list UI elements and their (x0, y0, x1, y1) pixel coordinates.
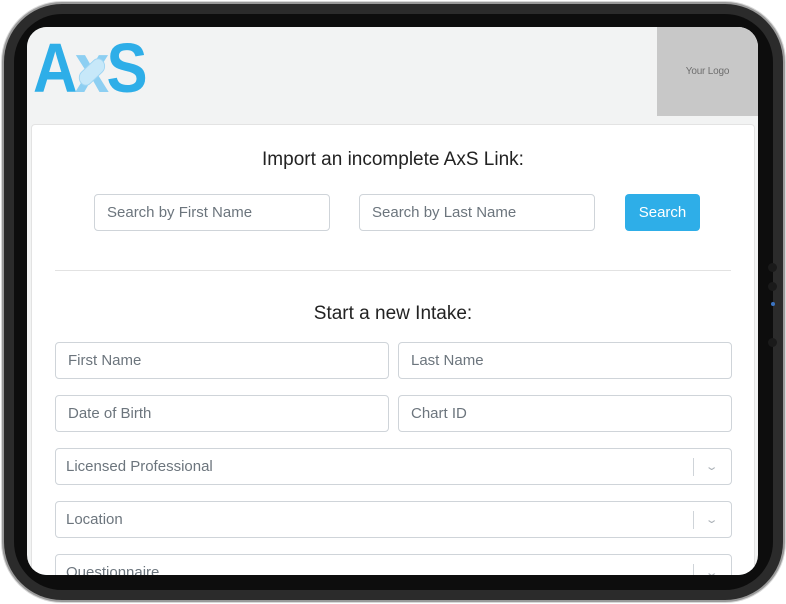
select-label: Licensed Professional (66, 458, 213, 475)
chevron-down-icon: ⌄ (705, 461, 719, 473)
select-label: Location (66, 511, 123, 528)
chart-id-field[interactable]: Chart ID (398, 395, 732, 432)
side-button (768, 338, 777, 347)
search-last-name-input[interactable]: Search by Last Name (359, 194, 595, 231)
chevron-down-icon: ⌄ (705, 514, 719, 526)
app-screen: AxS Your Logo Import an incomplete AxS L… (27, 27, 758, 575)
search-first-name-input[interactable]: Search by First Name (94, 194, 330, 231)
select-separator (693, 458, 694, 476)
intake-card: Import an incomplete AxS Link: Search by… (31, 124, 755, 575)
date-of-birth-field[interactable]: Date of Birth (55, 395, 389, 432)
chevron-down-icon: ⌄ (705, 567, 719, 575)
last-name-field[interactable]: Last Name (398, 342, 732, 379)
licensed-professional-select[interactable]: Licensed Professional ⌄ (55, 448, 732, 485)
questionnaire-select[interactable]: Questionnaire ⌄ (55, 554, 732, 575)
band-aid-icon (75, 54, 108, 90)
camera-dot (771, 302, 775, 306)
select-separator (693, 564, 694, 575)
brand-wordmark: AxS (33, 29, 148, 107)
your-logo-placeholder: Your Logo (657, 27, 758, 116)
select-separator (693, 511, 694, 529)
search-button[interactable]: Search (625, 194, 700, 231)
select-indicator[interactable]: ⌄ (693, 502, 731, 537)
select-indicator[interactable]: ⌄ (693, 555, 731, 575)
brand-logo: AxS (33, 33, 160, 103)
app-header: AxS Your Logo (27, 27, 758, 122)
import-title: Import an incomplete AxS Link: (262, 149, 524, 170)
location-select[interactable]: Location ⌄ (55, 501, 732, 538)
first-name-field[interactable]: First Name (55, 342, 389, 379)
select-indicator[interactable]: ⌄ (693, 449, 731, 484)
side-button (768, 263, 777, 272)
select-label: Questionnaire (66, 564, 160, 575)
new-intake-title: Start a new Intake: (313, 303, 473, 324)
side-button (768, 282, 777, 291)
section-divider (55, 270, 731, 271)
